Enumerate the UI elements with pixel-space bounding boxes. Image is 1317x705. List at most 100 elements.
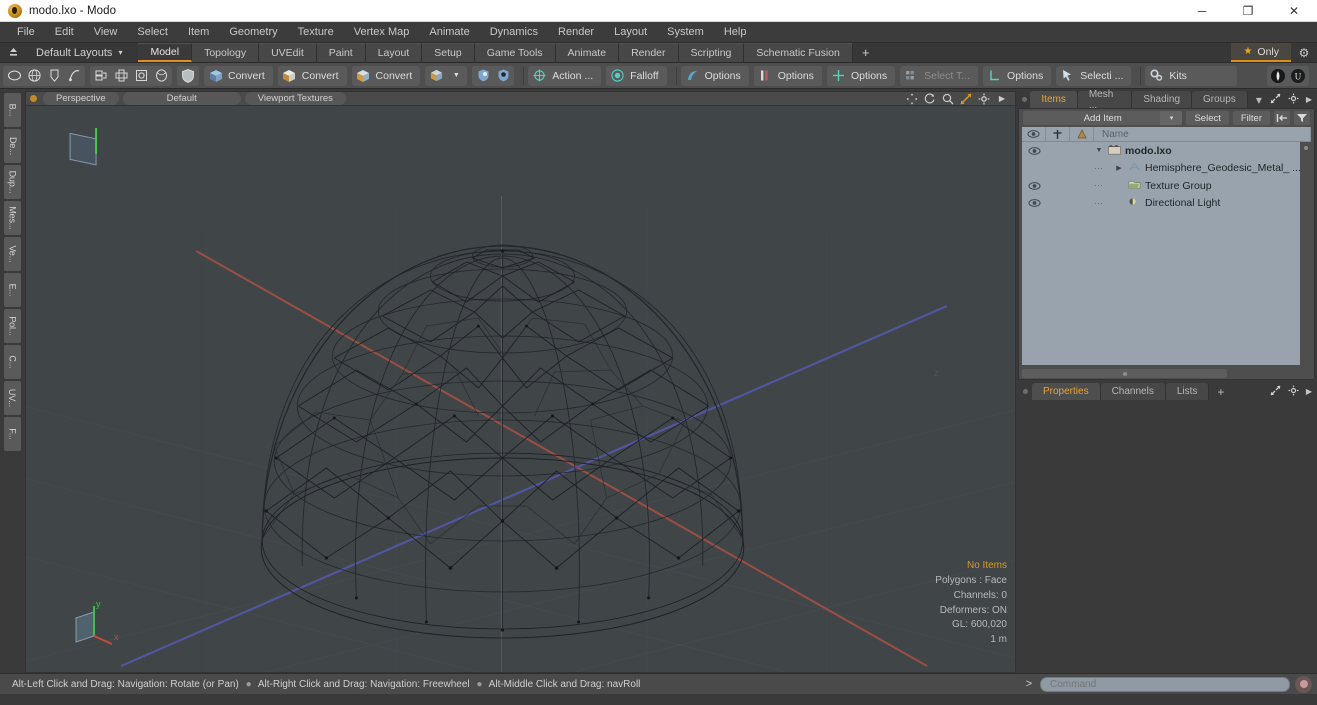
items-tree[interactable]: Name ▼ modo.lxo ⋯ ▶ Hemisphere_Geodesic_…	[1022, 127, 1311, 365]
convert-button-2[interactable]: Convert	[277, 65, 347, 86]
convert-cube-small-icon[interactable]	[426, 66, 446, 86]
scrollbar-thumb[interactable]	[1022, 369, 1228, 378]
select-button[interactable]: Select	[1186, 111, 1229, 125]
twisty-icon[interactable]: ▶	[1114, 164, 1124, 172]
options-curve-button[interactable]: Options	[680, 65, 749, 86]
twisty-icon[interactable]: ▼	[1094, 147, 1104, 154]
menu-view[interactable]: View	[84, 22, 128, 43]
options-cross-button[interactable]: Options	[826, 65, 896, 86]
tab-properties[interactable]: Properties	[1032, 383, 1101, 400]
panel-menu-dot[interactable]	[1018, 91, 1030, 108]
vtab-uv[interactable]: UV...	[4, 381, 21, 415]
chevron-right-icon[interactable]: ▶	[1306, 387, 1312, 396]
grid-icon[interactable]	[111, 66, 131, 86]
convert-button-3[interactable]: Convert	[351, 65, 421, 86]
menu-animate[interactable]: Animate	[419, 22, 479, 43]
column-eye-icon[interactable]	[1022, 127, 1046, 142]
falloff-button[interactable]: Falloff	[606, 65, 667, 86]
menu-layout[interactable]: Layout	[604, 22, 657, 43]
tab-groups[interactable]: Groups	[1192, 91, 1248, 108]
vtab-basic[interactable]: B...	[4, 93, 21, 127]
row-visibility-toggle[interactable]	[1022, 181, 1046, 191]
vtab-fusion[interactable]: F...	[4, 417, 21, 451]
tab-animate[interactable]: Animate	[555, 43, 620, 62]
egg-icon[interactable]	[151, 66, 171, 86]
unreal-badge-icon[interactable]: U	[1288, 66, 1308, 86]
row-name-cell-2[interactable]: ⋯ Texture Group	[1094, 179, 1311, 193]
properties-panel-body[interactable]	[1018, 400, 1315, 673]
rotate-icon[interactable]	[924, 93, 936, 105]
convert-button-1[interactable]: Convert	[204, 65, 273, 86]
upload-icon[interactable]	[0, 43, 26, 62]
view-dot-icon[interactable]	[30, 95, 37, 102]
chevron-right-icon[interactable]: ▶	[996, 93, 1008, 105]
vtab-deform[interactable]: De...	[4, 129, 21, 163]
row-name-cell-0[interactable]: ▼ modo.lxo	[1094, 144, 1311, 158]
tab-scripting[interactable]: Scripting	[678, 43, 745, 62]
fit-icon[interactable]	[960, 92, 972, 105]
tab-model[interactable]: Model	[138, 43, 193, 62]
tab-shading[interactable]: Shading	[1132, 91, 1193, 108]
menu-render[interactable]: Render	[548, 22, 604, 43]
viewport-textures-chip[interactable]: Viewport Textures	[244, 92, 346, 105]
chevron-down-icon[interactable]: ▼	[446, 66, 466, 86]
filter-button[interactable]: Filter	[1232, 111, 1270, 125]
add-item-button[interactable]: Add Item ▾	[1023, 111, 1183, 125]
menu-dynamics[interactable]: Dynamics	[480, 22, 548, 43]
vtab-polygon[interactable]: Pol...	[4, 309, 21, 343]
column-lock-icon[interactable]	[1046, 127, 1070, 142]
properties-menu-dot[interactable]	[1018, 383, 1032, 400]
tab-channels[interactable]: Channels	[1100, 383, 1166, 400]
circle-icon[interactable]	[4, 66, 24, 86]
row-visibility-toggle[interactable]	[1022, 198, 1046, 208]
square-target-icon[interactable]	[131, 66, 151, 86]
paint-b-icon[interactable]	[493, 66, 513, 86]
tab-setup[interactable]: Setup	[422, 43, 475, 62]
menu-help[interactable]: Help	[714, 22, 757, 43]
menu-select[interactable]: Select	[127, 22, 178, 43]
options-corner-button[interactable]: Options	[983, 65, 1052, 86]
funnel-icon[interactable]	[1294, 111, 1310, 125]
pen-icon[interactable]	[44, 66, 64, 86]
tab-layout[interactable]: Layout	[365, 43, 423, 62]
shield-icon[interactable]	[178, 66, 198, 86]
gear-icon[interactable]	[978, 93, 990, 105]
stack-icon[interactable]	[91, 66, 111, 86]
tab-lists[interactable]: Lists	[1165, 383, 1210, 400]
gear-icon[interactable]: ⚙	[1291, 43, 1317, 62]
tab-uvedit[interactable]: UVEdit	[259, 43, 317, 62]
items-vertical-scrollbar[interactable]	[1300, 142, 1311, 365]
sphere-badge-icon[interactable]	[1268, 66, 1288, 86]
tab-schematic-fusion[interactable]: Schematic Fusion	[744, 43, 853, 62]
menu-texture[interactable]: Texture	[288, 22, 344, 43]
column-render-icon[interactable]	[1070, 127, 1094, 142]
close-button[interactable]: ✕	[1271, 0, 1317, 21]
select-through-button[interactable]: Select T...	[900, 65, 979, 86]
paint-a-icon[interactable]	[473, 66, 493, 86]
tab-items[interactable]: Items	[1030, 91, 1078, 108]
vtab-duplicate[interactable]: Dup...	[4, 165, 21, 199]
only-toggle-button[interactable]: ★ Only	[1231, 43, 1291, 62]
tab-topology[interactable]: Topology	[192, 43, 260, 62]
chevron-right-icon[interactable]: ▶	[1306, 95, 1312, 104]
record-icon[interactable]	[1295, 675, 1312, 693]
vtab-curve[interactable]: C...	[4, 345, 21, 379]
action-center-button[interactable]: Action ...	[528, 65, 602, 86]
expand-icon[interactable]	[1270, 385, 1281, 399]
selection-button[interactable]: Selecti ...	[1056, 65, 1132, 86]
chevron-down-icon[interactable]: ▾	[1160, 111, 1183, 125]
curve-icon[interactable]	[64, 66, 84, 86]
maximize-button[interactable]: ❐	[1225, 0, 1271, 21]
zoom-icon[interactable]	[942, 93, 954, 105]
table-row[interactable]: ⋯ Texture Group	[1022, 177, 1311, 195]
menu-system[interactable]: System	[657, 22, 714, 43]
tab-game-tools[interactable]: Game Tools	[474, 43, 556, 62]
row-visibility-toggle[interactable]	[1022, 146, 1046, 156]
table-row[interactable]: ⋯ Directional Light	[1022, 195, 1311, 213]
kits-button[interactable]: Kits	[1145, 65, 1238, 86]
3d-viewport[interactable]: y x z No Items Polygons : Face Channels:…	[25, 106, 1016, 673]
pan-icon[interactable]	[906, 93, 918, 105]
expand-icon[interactable]	[1270, 93, 1281, 107]
tab-paint[interactable]: Paint	[316, 43, 366, 62]
vtab-mesh-edit[interactable]: Mes...	[4, 201, 21, 235]
